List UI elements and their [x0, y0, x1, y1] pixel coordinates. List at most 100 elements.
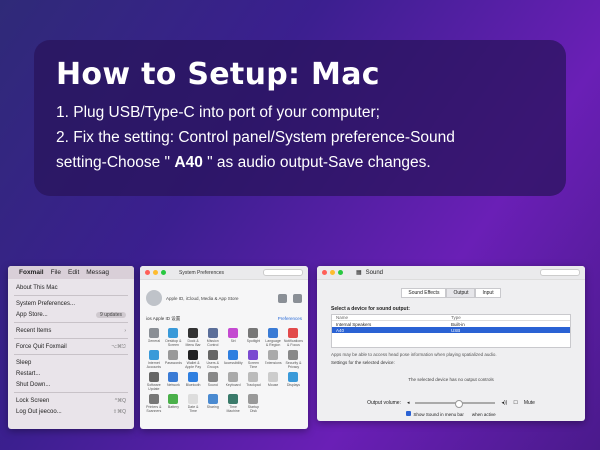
minimize-icon[interactable] — [153, 270, 158, 275]
pref-icon — [268, 372, 279, 382]
menu-separator — [14, 354, 128, 355]
apple-id-setting: ios Apple ID 设置 — [146, 316, 181, 321]
pref-item[interactable]: Mouse — [264, 372, 282, 391]
menu-app[interactable]: Foxmail — [19, 269, 44, 276]
pref-item[interactable]: Time Machine — [224, 394, 243, 413]
menu-separator — [14, 322, 128, 323]
mute-checkbox[interactable]: ☐ — [513, 400, 517, 406]
menu-item-system-preferences[interactable]: System Preferences... — [8, 298, 134, 309]
apple-id-icon[interactable] — [278, 293, 287, 303]
pref-label: Passwords — [164, 361, 183, 365]
pref-item[interactable]: Screen Time — [245, 350, 263, 369]
menu-item-shutdown[interactable]: Shut Down... — [8, 379, 134, 390]
pref-item[interactable]: Displays — [284, 372, 303, 391]
menu-message[interactable]: Messag — [86, 269, 109, 276]
pref-item[interactable]: Wallet & Apple Pay — [184, 350, 202, 369]
menu-edit[interactable]: Edit — [68, 269, 79, 276]
pref-item[interactable]: Sharing — [204, 394, 222, 413]
menu-item-about[interactable]: About This Mac — [8, 282, 134, 293]
pref-item[interactable]: Trackpad — [245, 372, 263, 391]
pref-item[interactable]: Sound — [204, 372, 222, 391]
menu-item-recent[interactable]: Recent Items › — [8, 325, 134, 336]
menu-file[interactable]: File — [51, 269, 61, 276]
pref-label: Mission Control — [206, 339, 219, 347]
family-sharing-icon[interactable] — [293, 293, 302, 303]
pref-item[interactable]: Software Update — [145, 372, 163, 391]
pref-item[interactable]: Users & Groups — [204, 350, 222, 369]
menu-item-lock[interactable]: Lock Screen ^⌘Q — [8, 395, 134, 406]
tab-sound-effects[interactable]: Sound Effects — [401, 288, 447, 298]
zoom-icon[interactable] — [161, 270, 166, 275]
pref-item[interactable]: Desktop & Screen Saver — [165, 328, 183, 347]
pref-label: Internet Accounts — [146, 361, 162, 369]
pref-icon — [148, 350, 159, 360]
pref-icon — [228, 328, 239, 338]
menu-item-label: App Store... — [16, 311, 48, 318]
pref-icon — [248, 394, 259, 404]
menu-item-sleep[interactable]: Sleep — [8, 357, 134, 368]
pref-icon — [148, 328, 159, 338]
pref-item[interactable]: Extensions — [264, 350, 282, 369]
zoom-icon[interactable] — [338, 270, 343, 275]
tab-input[interactable]: Input — [475, 288, 501, 298]
pref-item[interactable]: Keyboard — [224, 372, 243, 391]
step-2-text-cont: setting-Choose " A40 " as audio output-S… — [56, 150, 544, 175]
pref-item[interactable]: Security & Privacy — [284, 350, 303, 369]
when-active-select[interactable]: when active — [472, 412, 496, 417]
pref-item[interactable]: Spotlight — [245, 328, 263, 347]
pref-icon — [148, 394, 159, 404]
step-2-text: 2. Fix the setting: Control panel/System… — [56, 129, 455, 146]
table-row[interactable]: Internal Speakers Built-in — [332, 321, 570, 327]
pref-label: Trackpad — [246, 383, 261, 387]
search-input[interactable] — [540, 269, 580, 276]
pref-item[interactable]: General — [145, 328, 163, 347]
pref-item[interactable]: Internet Accounts — [145, 350, 163, 369]
pref-item[interactable]: Accessibility — [224, 350, 243, 369]
pref-item[interactable]: Printers & Scanners — [145, 394, 163, 413]
menu-item-force-quit[interactable]: Force Quit Foxmail ⌥⌘⎋ — [8, 341, 134, 352]
pref-item[interactable]: Passwords — [165, 350, 183, 369]
menu-item-label: Restart... — [16, 370, 41, 377]
menu-item-app-store[interactable]: App Store... 9 updates — [8, 309, 134, 320]
minimize-icon[interactable] — [330, 270, 335, 275]
apple-dropdown: About This Mac System Preferences... App… — [8, 279, 134, 420]
pref-item[interactable]: Notifications & Focus — [284, 328, 303, 347]
pref-label: Siri — [230, 339, 236, 343]
menu-item-logout[interactable]: Log Out jeecoo... ⇧⌘Q — [8, 406, 134, 417]
show-sound-checkbox[interactable]: Show Sound in menu bar — [406, 411, 464, 417]
pref-item[interactable]: Language & Region — [264, 328, 282, 347]
preferences-link[interactable]: Preferences — [278, 316, 302, 324]
menu-item-label: Shut Down... — [16, 381, 51, 388]
table-row-selected[interactable]: A40 USB — [332, 327, 570, 333]
pref-item[interactable]: Bluetooth — [184, 372, 202, 391]
close-icon[interactable] — [145, 270, 150, 275]
menu-item-restart[interactable]: Restart... — [8, 368, 134, 379]
search-input[interactable] — [263, 269, 303, 276]
pref-item[interactable]: Mission Control — [204, 328, 222, 347]
tab-output[interactable]: Output — [446, 288, 476, 298]
pref-item[interactable]: Siri — [224, 328, 243, 347]
pref-label: Extensions — [264, 361, 282, 365]
window-title: System Preferences — [179, 269, 225, 276]
pref-item[interactable]: Startup Disk — [245, 394, 263, 413]
pref-icon — [207, 372, 218, 382]
device-table: Name Type Internal Speakers Built-in A40 US… — [331, 314, 571, 348]
pref-label: Screen Time — [247, 361, 259, 369]
pref-item[interactable]: Battery — [165, 394, 183, 413]
volume-slider[interactable] — [415, 400, 496, 408]
menu-item-label: Force Quit Foxmail — [16, 343, 67, 350]
pref-item[interactable]: Dock & Menu Bar — [184, 328, 202, 347]
pref-item[interactable]: Network — [165, 372, 183, 391]
pref-label: Battery — [167, 405, 179, 409]
pref-icon — [228, 394, 239, 404]
grid-icon[interactable]: ▦ — [356, 269, 362, 276]
apple-id-row[interactable]: Apple ID, iCloud, Media & App Store — [140, 280, 308, 316]
window-title: Sound — [365, 269, 384, 276]
pref-icon — [268, 350, 279, 360]
step-2-pre: setting-Choose " — [56, 154, 175, 171]
close-icon[interactable] — [322, 270, 327, 275]
pref-icon — [207, 350, 218, 360]
shortcut: ⇧⌘Q — [112, 408, 126, 415]
pref-item[interactable]: Date & Time — [184, 394, 202, 413]
menu-bar: Foxmail File Edit Messag — [8, 266, 134, 279]
